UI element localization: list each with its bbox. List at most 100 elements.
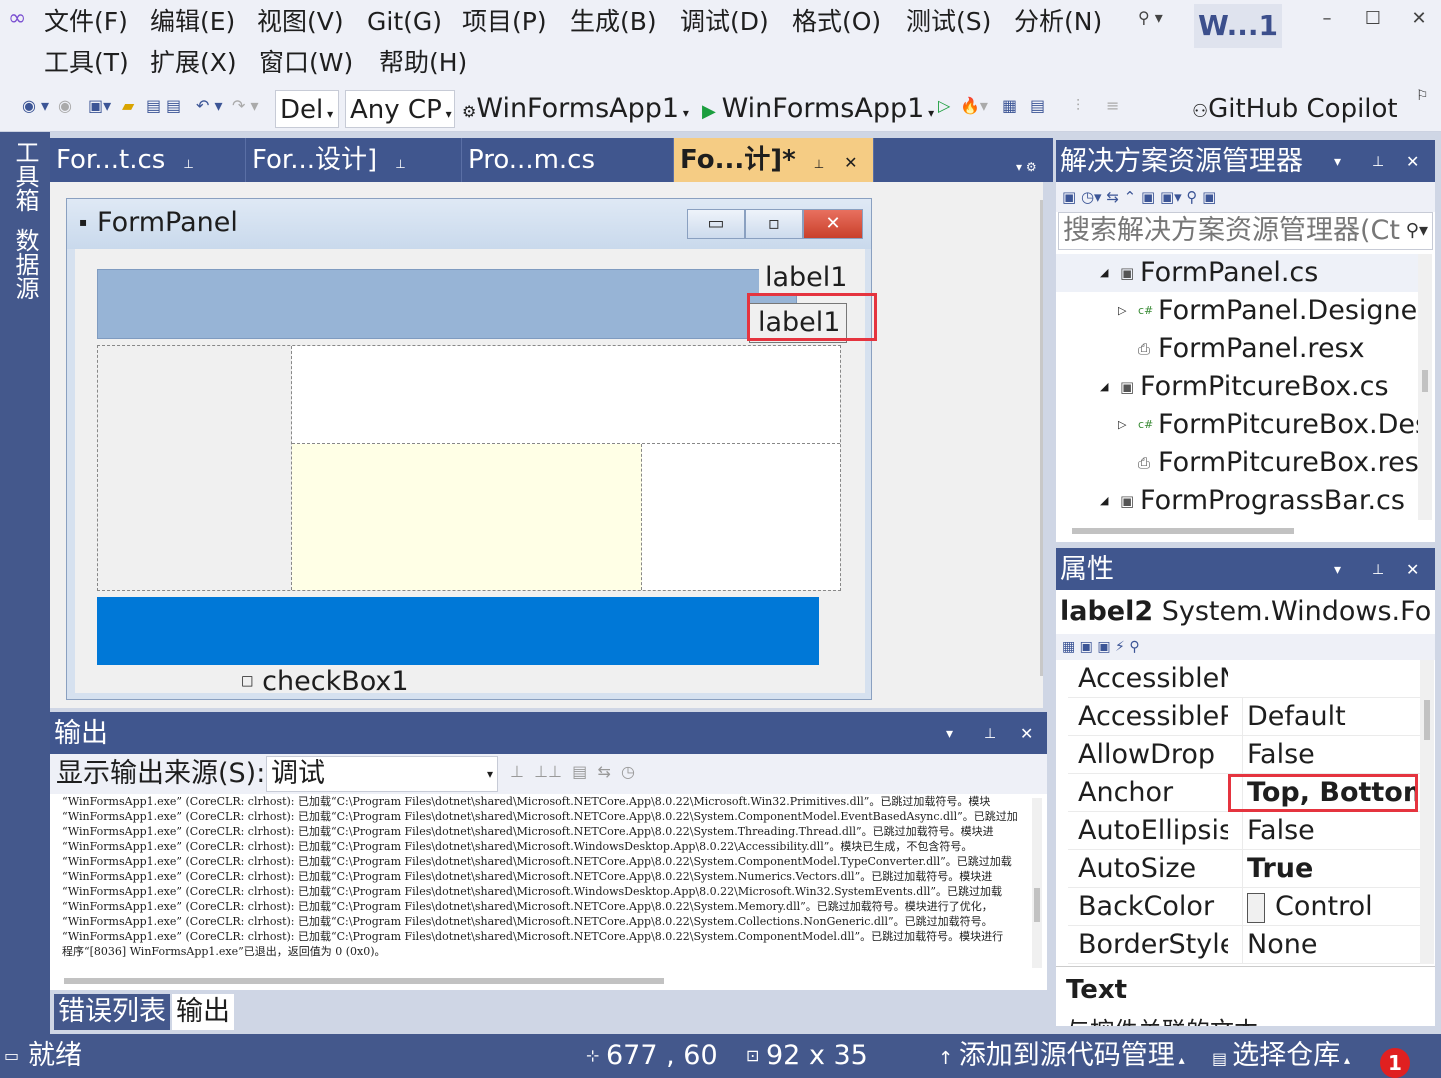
solution-tree-item[interactable]: ⎙ FormPitcureBox.resx <box>1056 444 1418 482</box>
output-source-dropdown[interactable]: 调试 ▾ <box>266 756 498 792</box>
align-icon[interactable]: ⫶ <box>1076 96 1080 116</box>
output-horizontal-scrollbar[interactable] <box>64 978 664 984</box>
solution-tree-item[interactable]: ▷ c# FormPanel.Designer <box>1056 292 1418 330</box>
close-icon[interactable]: ✕ <box>1020 712 1033 756</box>
feedback-icon[interactable]: ⚐ <box>1416 88 1429 104</box>
scroll-thumb[interactable] <box>1422 370 1428 392</box>
menu-window[interactable]: 窗口(W) <box>259 43 353 83</box>
menu-file[interactable]: 文件(F) <box>44 2 128 42</box>
collapsed-arrow-icon[interactable]: ▷ <box>1118 292 1126 330</box>
expanded-arrow-icon[interactable]: ◢ <box>1100 482 1108 520</box>
panel-top[interactable] <box>97 269 797 339</box>
open-file-icon[interactable]: ▰ <box>122 96 134 115</box>
property-value[interactable]: True <box>1242 850 1418 888</box>
property-value[interactable]: False <box>1242 736 1418 774</box>
menu-analyze[interactable]: 分析(N) <box>1014 2 1102 42</box>
property-row-allowdrop[interactable]: AllowDrop False <box>1068 736 1420 774</box>
maximize-window-button[interactable]: ☐ <box>1350 0 1396 38</box>
close-icon[interactable]: ✕ <box>844 153 857 172</box>
browse-icon[interactable]: ▦ <box>1002 96 1017 115</box>
property-row-backcolor[interactable]: BackColor Control <box>1068 888 1420 926</box>
platform-dropdown[interactable]: Any CP ▾ <box>345 90 455 128</box>
solution-search-input[interactable]: 搜索解决方案资源管理器(Ct ⚲▾ <box>1058 212 1433 250</box>
properties-scrollbar[interactable] <box>1420 660 1434 964</box>
solution-horizontal-scrollbar[interactable] <box>1072 528 1294 534</box>
checkbox1[interactable]: ☐ checkBox1 <box>241 667 409 698</box>
property-object-selector[interactable]: label2 System.Windows.For <box>1060 592 1432 632</box>
form-maximize-button[interactable]: ▫ <box>745 209 803 239</box>
notification-badge[interactable]: 1 <box>1380 1048 1410 1078</box>
save-all-icon[interactable]: ▤ <box>166 96 181 115</box>
property-row-borderstyle[interactable]: BorderStyle None <box>1068 926 1420 964</box>
solution-tree-item[interactable]: ⎙ FormPanel.resx <box>1056 330 1418 368</box>
redo-icon[interactable]: ↷ ▾ <box>232 96 259 115</box>
designer-scrollbar[interactable] <box>1040 200 1043 676</box>
pin-icon[interactable]: ⊥ <box>1372 548 1384 592</box>
expanded-arrow-icon[interactable]: ◢ <box>1100 254 1108 292</box>
solution-config-dropdown[interactable]: Del ▾ <box>275 90 339 128</box>
menu-view[interactable]: 视图(V) <box>257 2 344 42</box>
property-row-anchor[interactable]: Anchor Top, Bottom <box>1068 774 1420 812</box>
add-to-source-control-button[interactable]: ↑ 添加到源代码管理 ▴ <box>938 1034 1185 1078</box>
collapsed-arrow-icon[interactable]: ▷ <box>1118 406 1126 444</box>
tab-formtext-cs[interactable]: For...t.cs ⊥ <box>50 138 246 182</box>
menu-git[interactable]: Git(G) <box>367 2 442 42</box>
solution-tree-item[interactable]: ◢ ▣ FormPrograssBar.cs <box>1056 482 1418 520</box>
output-toolbar-icons[interactable]: ⊥ ⊥⊥ ▤ ⇆ ◷ <box>510 762 635 781</box>
close-icon[interactable]: ✕ <box>1406 140 1419 184</box>
scroll-thumb[interactable] <box>1034 888 1040 922</box>
comment-icon[interactable]: ≡ <box>1106 96 1119 115</box>
form-close-button[interactable]: ✕ <box>803 209 863 239</box>
expanded-arrow-icon[interactable]: ◢ <box>1100 368 1108 406</box>
label1-top[interactable]: label1 <box>759 261 847 295</box>
select-repository-button[interactable]: ▤ 选择仓库 ▴ <box>1212 1034 1350 1078</box>
tab-overflow-icon[interactable]: ▾ ⚙ <box>1016 160 1037 174</box>
menu-extensions[interactable]: 扩展(X) <box>150 43 237 83</box>
table-layout-panel[interactable] <box>97 345 841 591</box>
solution-tree-item[interactable]: ◢ ▣ FormPanel.cs <box>1056 254 1418 292</box>
save-icon[interactable]: ▤ <box>146 96 161 115</box>
github-copilot-button[interactable]: ⚇GitHub Copilot <box>1192 90 1398 128</box>
formpanel-window[interactable]: ▪ FormPanel ▭ ▫ ✕ label1 label1 ☐ checkB… <box>66 198 877 700</box>
navigate-back-icon[interactable]: ◉ ▾ <box>22 96 49 115</box>
pin-icon[interactable]: ⊥ <box>395 157 405 171</box>
tab-error-list[interactable]: 错误列表 <box>54 994 170 1030</box>
navigate-forward-icon[interactable]: ◉ <box>58 96 72 115</box>
solution-title-badge[interactable]: W...1 <box>1194 4 1282 48</box>
panel-blue[interactable] <box>97 597 819 665</box>
menu-edit[interactable]: 编辑(E) <box>150 2 235 42</box>
solution-explorer-toolbar[interactable]: ▣ ◷▾ ⇆ ⌃ ▣ ▣▾ ⚲ ▣ <box>1056 182 1435 212</box>
property-value[interactable]: None <box>1242 926 1418 964</box>
panel-menu-icon[interactable]: ▾ <box>1334 140 1341 184</box>
data-sources-tab[interactable]: 数据源 <box>6 228 44 300</box>
property-row-autoellipsis[interactable]: AutoEllipsis False <box>1068 812 1420 850</box>
pin-icon[interactable]: ⊥ <box>1372 140 1384 184</box>
property-row-accessibler[interactable]: AccessibleR Default <box>1068 698 1420 736</box>
property-value[interactable]: False <box>1242 812 1418 850</box>
hot-reload-icon[interactable]: 🔥▾ <box>960 96 988 115</box>
menu-format[interactable]: 格式(O) <box>792 2 881 42</box>
start-debugging-button[interactable]: ▶ WinFormsApp1 ▾ <box>702 90 934 128</box>
undo-icon[interactable]: ↶ ▾ <box>196 96 223 115</box>
menu-test[interactable]: 测试(S) <box>906 2 991 42</box>
tab-program-cs[interactable]: Pro...m.cs <box>462 138 674 182</box>
property-value[interactable]: Default <box>1242 698 1418 736</box>
panel-menu-icon[interactable]: ▾ <box>946 712 953 756</box>
toolbox-tab[interactable]: 工具箱 <box>6 140 44 212</box>
output-text-area[interactable]: “WinFormsApp1.exe” (CoreCLR: clrhost): 已… <box>50 794 1030 976</box>
solution-tree-item[interactable]: ▷ c# FormPitcureBox.Des <box>1056 406 1418 444</box>
close-window-button[interactable]: ✕ <box>1396 0 1441 38</box>
output-vertical-scrollbar[interactable] <box>1032 798 1042 968</box>
minimize-window-button[interactable]: – <box>1304 0 1350 38</box>
form-minimize-button[interactable]: ▭ <box>687 209 745 239</box>
close-icon[interactable]: ✕ <box>1406 548 1419 592</box>
pin-icon[interactable]: ⊥ <box>814 157 824 171</box>
pin-icon[interactable]: ⊥ <box>984 712 996 756</box>
property-row-accessiblen[interactable]: AccessibleN <box>1068 660 1420 698</box>
panel-menu-icon[interactable]: ▾ <box>1334 548 1341 592</box>
property-value[interactable]: Control <box>1242 888 1418 926</box>
scroll-thumb[interactable] <box>1424 700 1430 740</box>
new-project-icon[interactable]: ▣▾ <box>88 96 111 115</box>
tab-output[interactable]: 输出 <box>172 994 234 1030</box>
menu-project[interactable]: 项目(P) <box>462 2 547 42</box>
